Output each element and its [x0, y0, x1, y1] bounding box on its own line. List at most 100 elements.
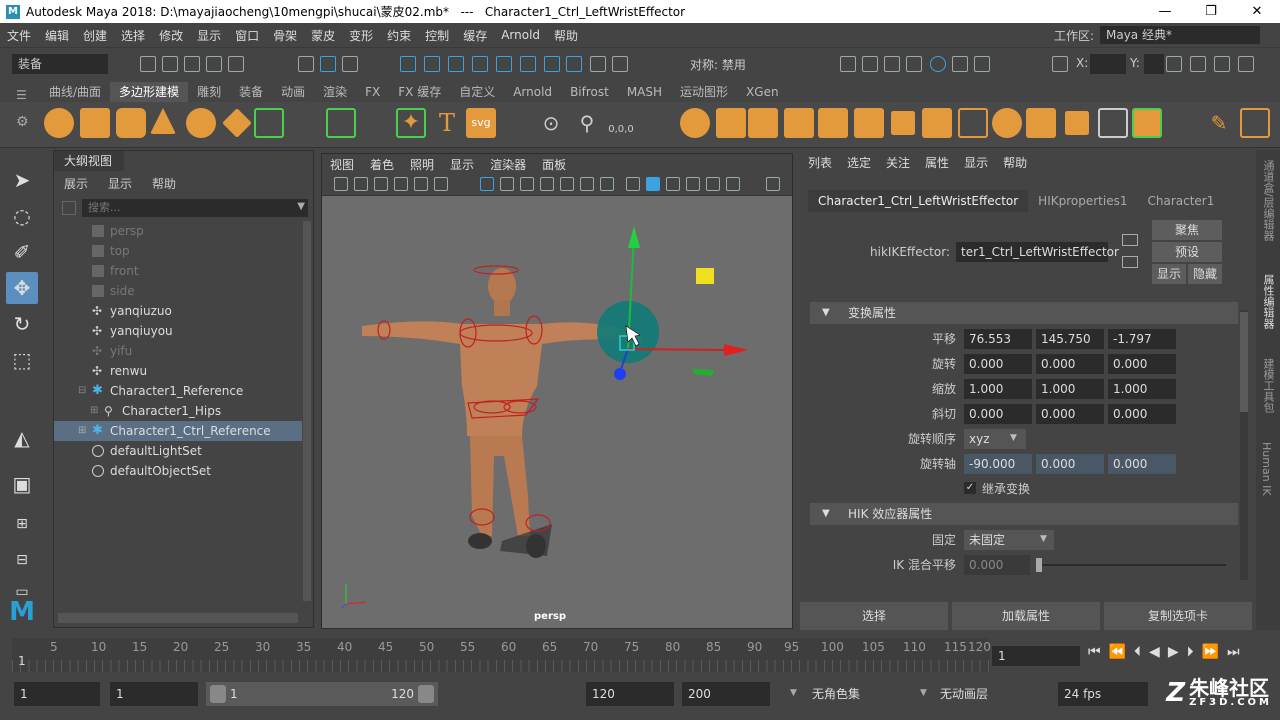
arnold-render-icon[interactable]: [974, 56, 990, 72]
ae-menu-attributes[interactable]: 属性: [925, 154, 949, 171]
current-frame-field[interactable]: 1: [992, 646, 1080, 666]
last-tool-icon[interactable]: ◭: [6, 422, 38, 454]
rotate-tool-icon[interactable]: ↻: [6, 308, 38, 340]
shelf-tab-animation[interactable]: 动画: [272, 82, 314, 102]
poly-sphere-icon[interactable]: [44, 108, 74, 138]
play-backward-icon[interactable]: ◀: [1149, 644, 1160, 660]
menu-select[interactable]: 选择: [114, 27, 152, 44]
select-hierarchy-icon[interactable]: [298, 56, 314, 72]
outliner-menu-display[interactable]: 显示: [108, 175, 132, 192]
single-view-icon[interactable]: ▣: [6, 468, 38, 500]
viewport-menu-show[interactable]: 显示: [442, 156, 482, 173]
poly-cone-icon[interactable]: [150, 108, 176, 134]
anim-layer-dropdown[interactable]: 无动画层: [934, 682, 1034, 706]
fps-dropdown[interactable]: 24 fps: [1058, 682, 1148, 706]
ik-blend-field[interactable]: 0.000: [964, 555, 1030, 575]
select-component-icon[interactable]: [342, 56, 358, 72]
list-item[interactable]: ✣ yifu: [54, 341, 302, 361]
image-plane-icon[interactable]: [394, 177, 408, 191]
paint-select-tool-icon[interactable]: ✐: [6, 236, 38, 268]
shelf-tab-xgen[interactable]: XGen: [737, 82, 788, 102]
rotate-x-field[interactable]: 0.000: [964, 354, 1032, 374]
svg-tool-icon[interactable]: svg: [466, 108, 496, 138]
focus-output-icon[interactable]: [1122, 256, 1138, 268]
super-shape-icon[interactable]: ✦: [396, 108, 426, 138]
snap-surface-icon[interactable]: [496, 56, 512, 72]
transform-section-header[interactable]: ▼ 变换属性: [810, 302, 1238, 324]
snap-curve-icon[interactable]: [424, 56, 440, 72]
magnet-icon[interactable]: [612, 56, 628, 72]
rotate-z-field[interactable]: 0.000: [1108, 354, 1176, 374]
ik-blend-slider[interactable]: [1036, 564, 1226, 566]
list-item[interactable]: top: [54, 241, 302, 261]
use-lights-icon[interactable]: [726, 177, 740, 191]
translate-x-field[interactable]: 76.553: [964, 329, 1032, 349]
scale-x-field[interactable]: 1.000: [964, 379, 1032, 399]
poly-cylinder-icon[interactable]: [116, 108, 146, 138]
default-material-icon[interactable]: [666, 177, 680, 191]
menu-modify[interactable]: 修改: [152, 27, 190, 44]
tab-node-hikproperties[interactable]: HIKproperties1: [1028, 190, 1137, 212]
viewport-menu-view[interactable]: 视图: [322, 156, 362, 173]
menu-window[interactable]: 窗口: [228, 27, 266, 44]
grid-icon[interactable]: [480, 177, 494, 191]
wireframe-icon[interactable]: [626, 177, 640, 191]
ae-menu-selected[interactable]: 选定: [847, 154, 871, 171]
render-settings-icon[interactable]: [884, 56, 900, 72]
inherit-transform-checkbox[interactable]: ✓: [964, 482, 976, 494]
viewport-menu-lighting[interactable]: 照明: [402, 156, 442, 173]
snap-view-icon[interactable]: [472, 56, 488, 72]
ae-menu-help[interactable]: 帮助: [1003, 154, 1027, 171]
viewport-menu-panels[interactable]: 面板: [534, 156, 574, 173]
connect-icon[interactable]: [1026, 108, 1056, 138]
combine-icon[interactable]: ⊙: [536, 108, 566, 138]
menu-cache[interactable]: 缓存: [456, 27, 494, 44]
viewport[interactable]: 视图 着色 照明 显示 渲染器 面板 persp: [321, 153, 793, 629]
menu-constrain[interactable]: 约束: [380, 27, 418, 44]
rotate-axis-y-field[interactable]: 0.000: [1036, 454, 1104, 474]
collapse-icon[interactable]: ⊟: [78, 381, 86, 401]
move-manipulator[interactable]: [597, 226, 748, 380]
expand-icon[interactable]: ⊞: [90, 401, 98, 421]
play-forward-icon[interactable]: ▶: [1168, 644, 1179, 660]
sculpt-icon[interactable]: [1132, 108, 1162, 138]
menu-help[interactable]: 帮助: [547, 27, 585, 44]
menu-edit[interactable]: 编辑: [38, 27, 76, 44]
snap-vertex-icon[interactable]: [520, 56, 536, 72]
transform-constraint-icon[interactable]: [1052, 56, 1068, 72]
list-item[interactable]: defaultObjectSet: [54, 461, 302, 481]
step-back-key-icon[interactable]: ⏪: [1109, 644, 1126, 660]
move-tool-icon[interactable]: ✥: [6, 272, 38, 304]
shelf-tab-fx-cache[interactable]: FX 缓存: [389, 82, 450, 102]
character-set-dropdown[interactable]: 无角色集: [806, 682, 918, 706]
menu-create[interactable]: 创建: [76, 27, 114, 44]
shelf-tab-motion-graphics[interactable]: 运动图形: [671, 82, 737, 102]
list-item[interactable]: persp: [54, 221, 302, 241]
shelf-tab-rendering[interactable]: 渲染: [314, 82, 356, 102]
film-gate-icon[interactable]: [500, 177, 514, 191]
smooth-icon[interactable]: [680, 108, 710, 138]
bridge-icon[interactable]: [748, 108, 778, 138]
viewport-menu-shading[interactable]: 着色: [362, 156, 402, 173]
step-back-frame-icon[interactable]: ⏴: [1134, 644, 1141, 660]
safe-title-icon[interactable]: [600, 177, 614, 191]
menu-skeleton[interactable]: 骨架: [266, 27, 304, 44]
presets-button[interactable]: 预设: [1152, 242, 1222, 262]
hide-button[interactable]: 隐藏: [1188, 264, 1222, 284]
smooth-shade-icon[interactable]: [646, 177, 660, 191]
range-end-handle[interactable]: [418, 685, 434, 703]
symmetry-dropdown[interactable]: 对称: 禁用: [690, 56, 746, 73]
attribute-editor-toggle-icon[interactable]: [1190, 56, 1206, 72]
lasso-tool-icon[interactable]: ◌: [6, 200, 38, 232]
hik-section-header[interactable]: ▼ HIK 效应器属性: [810, 503, 1238, 525]
bool-icon[interactable]: [818, 108, 848, 138]
hypershade-icon[interactable]: [906, 56, 922, 72]
outliner-filter-icon[interactable]: [62, 201, 76, 215]
edge-loop-icon[interactable]: [1240, 108, 1270, 138]
copy-tab-button[interactable]: 复制选项卡: [1104, 602, 1252, 630]
translate-z-field[interactable]: -1.797: [1108, 329, 1176, 349]
menu-deform[interactable]: 变形: [342, 27, 380, 44]
open-scene-icon[interactable]: [162, 56, 178, 72]
close-button[interactable]: ✕: [1234, 0, 1280, 23]
append-poly-icon[interactable]: [922, 108, 952, 138]
